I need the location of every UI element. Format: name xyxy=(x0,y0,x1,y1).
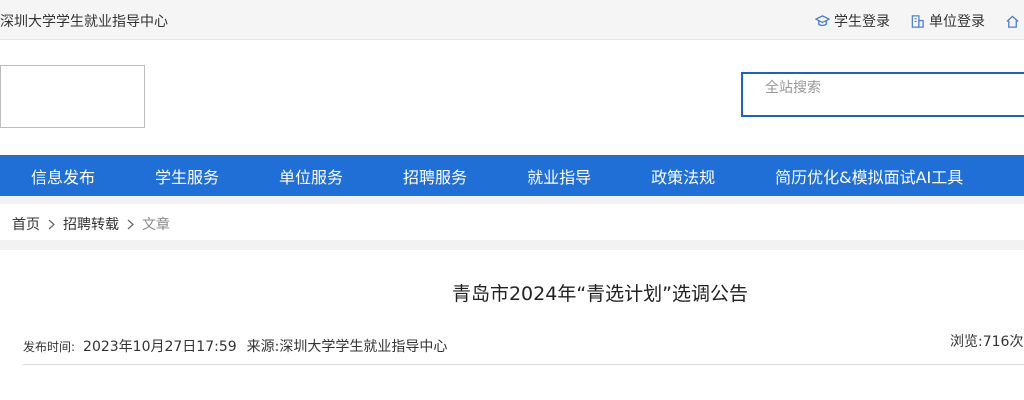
search-box xyxy=(741,72,1024,117)
publish-time-label: 发布时间: xyxy=(23,340,76,354)
top-links: 学生登录 单位登录 xyxy=(795,11,1024,31)
views-label: 浏览: xyxy=(950,334,983,350)
nav-bottom-strip xyxy=(0,196,1024,204)
chevron-right-icon xyxy=(48,219,55,229)
search-input[interactable] xyxy=(743,74,1024,115)
chevron-right-icon xyxy=(127,219,134,229)
nav-item-policy[interactable]: 政策法规 xyxy=(651,164,715,188)
nav-item-info[interactable]: 信息发布 xyxy=(31,164,95,188)
meta-divider xyxy=(23,364,1024,365)
article-title: 青岛市2024年“青选计划”选调公告 xyxy=(451,283,749,305)
student-login-link[interactable]: 学生登录 xyxy=(815,11,890,31)
views-value: 716次 xyxy=(982,334,1024,350)
site-name: 深圳大学学生就业指导中心 xyxy=(0,14,168,30)
breadcrumb-category[interactable]: 招聘转载 xyxy=(63,214,119,234)
top-bar: 深圳大学学生就业指导中心 学生登录 单位登录 xyxy=(0,0,1024,40)
home-link[interactable] xyxy=(1005,14,1024,29)
breadcrumb-current: 文章 xyxy=(142,217,170,233)
article-meta: 发布时间: 2023年10月27日17:59 来源: 深圳大学学生就业指导中心 xyxy=(23,336,457,356)
source-label: 来源: xyxy=(246,339,280,355)
nav-item-career-guidance[interactable]: 就业指导 xyxy=(527,164,591,188)
building-icon xyxy=(911,14,924,28)
content-top-strip xyxy=(0,240,1024,250)
publish-time: 2023年10月27日17:59 xyxy=(83,339,237,355)
nav-item-ai-tools[interactable]: 简历优化&模拟面试AI工具 xyxy=(775,164,963,188)
nav-item-student-services[interactable]: 学生服务 xyxy=(155,164,219,188)
site-logo[interactable] xyxy=(0,65,145,128)
student-login-label: 学生登录 xyxy=(834,14,890,30)
source-value: 深圳大学学生就业指导中心 xyxy=(279,339,448,355)
nav-item-company-services[interactable]: 单位服务 xyxy=(279,164,343,188)
company-login-label: 单位登录 xyxy=(929,14,985,30)
home-icon xyxy=(1006,14,1019,28)
main-nav: 信息发布 学生服务 单位服务 招聘服务 就业指导 政策法规 简历优化&模拟面试A… xyxy=(0,155,1024,196)
nav-item-recruitment[interactable]: 招聘服务 xyxy=(403,164,467,188)
company-login-link[interactable]: 单位登录 xyxy=(910,11,985,31)
breadcrumb-home[interactable]: 首页 xyxy=(12,214,40,234)
graduation-cap-icon xyxy=(815,14,830,26)
view-count: 浏览:716次 xyxy=(950,331,1023,351)
breadcrumb: 首页 招聘转载 文章 xyxy=(12,214,170,234)
